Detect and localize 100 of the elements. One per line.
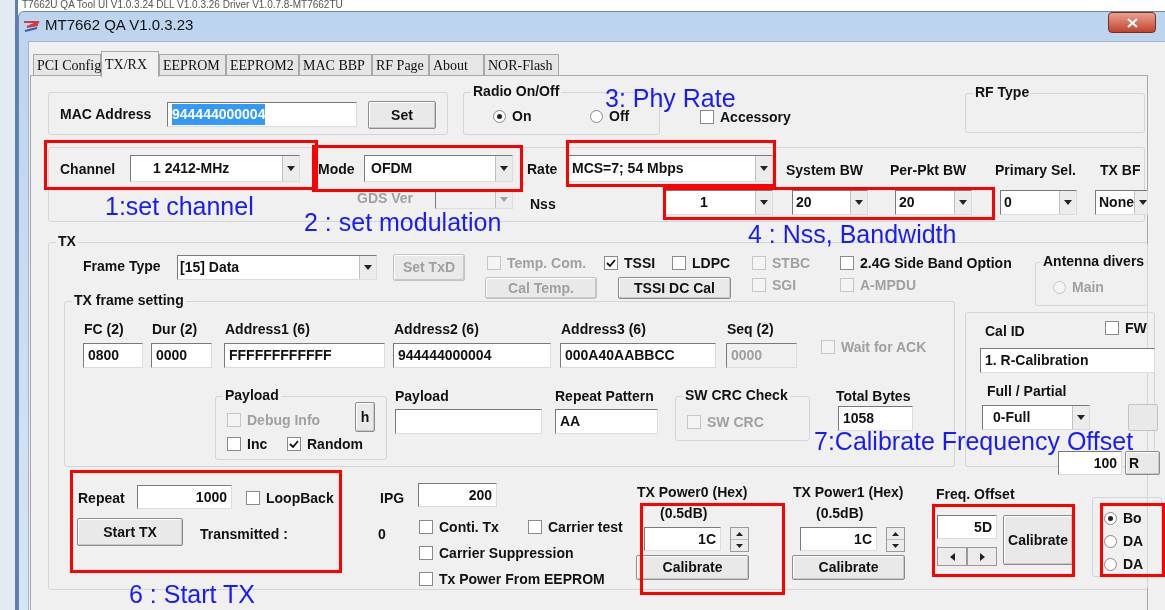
label-text: Address1 (6): [225, 321, 310, 337]
tab[interactable]: About: [429, 54, 484, 76]
dropdown[interactable]: 1. R-Calibration: [980, 348, 1155, 373]
calibrate-button[interactable]: Calibrate: [792, 555, 905, 580]
dropdown[interactable]: MCS=7; 54 Mbps: [568, 155, 773, 182]
checkbox[interactable]: [672, 256, 686, 270]
label-text: Transmitted :: [200, 526, 288, 542]
input-field[interactable]: 0800: [83, 343, 143, 368]
tab[interactable]: PCI Config: [33, 54, 101, 76]
annotation-text: 2 : set modulation: [304, 210, 502, 234]
calibrate-button[interactable]: Calibrate: [1003, 515, 1073, 565]
group-title: Radio On/Off: [471, 83, 562, 99]
h-button[interactable]: h: [355, 402, 375, 432]
caret-icon: [364, 265, 372, 270]
label-text: TX BF: [1100, 162, 1141, 178]
checkbox[interactable]: [227, 437, 241, 451]
input-field[interactable]: [395, 409, 542, 434]
left-arrow-icon: [949, 552, 955, 561]
close-icon: [1126, 17, 1138, 28]
tab[interactable]: MAC BBP: [299, 54, 372, 76]
caret-icon: [500, 196, 508, 202]
checkbox[interactable]: [840, 256, 854, 270]
dropdown[interactable]: OFDM: [364, 155, 513, 182]
annotation-text: 7:Calibrate Frequency Offset: [814, 429, 1134, 453]
input-field[interactable]: 100: [1058, 451, 1122, 475]
input-field[interactable]: FFFFFFFFFFFF: [224, 343, 385, 368]
checkbox-label: Carrier test: [548, 519, 623, 535]
label-text: Per-Pkt BW: [890, 162, 967, 178]
label-text: Nss: [530, 196, 556, 212]
caret-icon: [1064, 200, 1072, 205]
tab[interactable]: TX/RX: [101, 51, 159, 77]
checkbox-label: Debug Info: [247, 412, 321, 428]
checkbox[interactable]: [419, 520, 433, 534]
input-field[interactable]: 1C: [644, 527, 721, 551]
input-field[interactable]: 1000: [137, 485, 232, 509]
set-button[interactable]: Set: [368, 101, 436, 129]
spin-buttons[interactable]: [730, 527, 749, 552]
tab[interactable]: EEPROM: [159, 54, 226, 76]
start-tx-button[interactable]: Start TX: [77, 518, 183, 546]
input-field[interactable]: 5D: [937, 515, 997, 539]
caret-icon: [959, 200, 967, 205]
radio-label: Bo: [1123, 510, 1142, 526]
value-text: 0: [378, 526, 386, 542]
input-field[interactable]: 200: [418, 483, 497, 507]
caret-icon: [855, 200, 863, 205]
label-text: Dur (2): [152, 321, 198, 337]
label-text: Address3 (6): [561, 321, 646, 337]
label-text: GDS Ver: [357, 190, 414, 206]
dropdown[interactable]: 0-Full: [982, 405, 1090, 430]
app-logo-icon: [23, 19, 41, 33]
radio-label: Main: [1072, 279, 1104, 295]
input-field[interactable]: 0000: [151, 343, 212, 368]
checkbox[interactable]: [528, 520, 542, 534]
label-text: Cal ID: [985, 323, 1025, 339]
input-field[interactable]: 1C: [800, 527, 877, 551]
checkbox-label: LoopBack: [266, 490, 334, 506]
dropdown[interactable]: 1: [665, 190, 773, 215]
checkbox-label: FW: [1125, 320, 1147, 336]
input-field[interactable]: AA: [555, 409, 658, 434]
label-text: (0.5dB): [816, 505, 864, 521]
calibrate-button[interactable]: Calibrate: [636, 555, 749, 580]
checkbox-label: SGI: [772, 277, 797, 293]
right-arrow-icon: [979, 552, 985, 561]
tab[interactable]: RF Page: [372, 54, 429, 76]
caret-icon: [760, 166, 768, 171]
checkbox[interactable]: [700, 110, 714, 124]
dropdown[interactable]: [15] Data: [177, 255, 377, 280]
label-text: MAC Address: [60, 106, 152, 122]
group-title: TX frame setting: [72, 292, 186, 308]
checkbox[interactable]: [419, 572, 433, 586]
label-text: Freq. Offset: [936, 486, 1015, 502]
checkbox[interactable]: [1105, 321, 1119, 335]
background-window-title: T7662U QA Tool UI V1.0.3.24 DLL V1.0.3.26 Driver V1.0.7.8-MT7662TU: [22, 0, 343, 10]
tab[interactable]: NOR-Flash: [484, 54, 559, 76]
label-text: Channel: [60, 161, 116, 177]
checkbox-label: Accessory: [720, 109, 791, 125]
dropdown[interactable]: None: [1095, 190, 1148, 215]
button[interactable]: TSSI DC Cal: [618, 277, 731, 299]
label-text: Full / Partial: [987, 383, 1067, 399]
input-field[interactable]: 944444000004: [393, 343, 551, 368]
group-title: SW CRC Check: [683, 387, 790, 403]
dropdown[interactable]: 0: [1000, 190, 1077, 215]
input-field[interactable]: 1058: [838, 406, 913, 431]
checkbox[interactable]: [419, 546, 433, 560]
checkbox-label: Inc: [247, 436, 268, 452]
checkbox-label: Temp. Com.: [507, 255, 587, 271]
close-button[interactable]: [1108, 12, 1156, 33]
checkbox[interactable]: [287, 437, 301, 451]
input-field[interactable]: 000A40AABBCC: [560, 343, 716, 368]
tab[interactable]: EEPROM2: [226, 54, 299, 76]
dropdown[interactable]: 1 2412-MHz: [130, 155, 300, 182]
checkbox[interactable]: [604, 256, 618, 270]
checkbox[interactable]: [246, 491, 260, 505]
right-arrow-button[interactable]: [967, 547, 997, 566]
button[interactable]: R: [1125, 451, 1160, 475]
dropdown[interactable]: 20: [895, 190, 972, 215]
dropdown[interactable]: 20: [792, 190, 868, 215]
spin-buttons[interactable]: [886, 527, 905, 552]
left-arrow-button[interactable]: [937, 547, 967, 566]
label-text: Address2 (6): [394, 321, 479, 337]
